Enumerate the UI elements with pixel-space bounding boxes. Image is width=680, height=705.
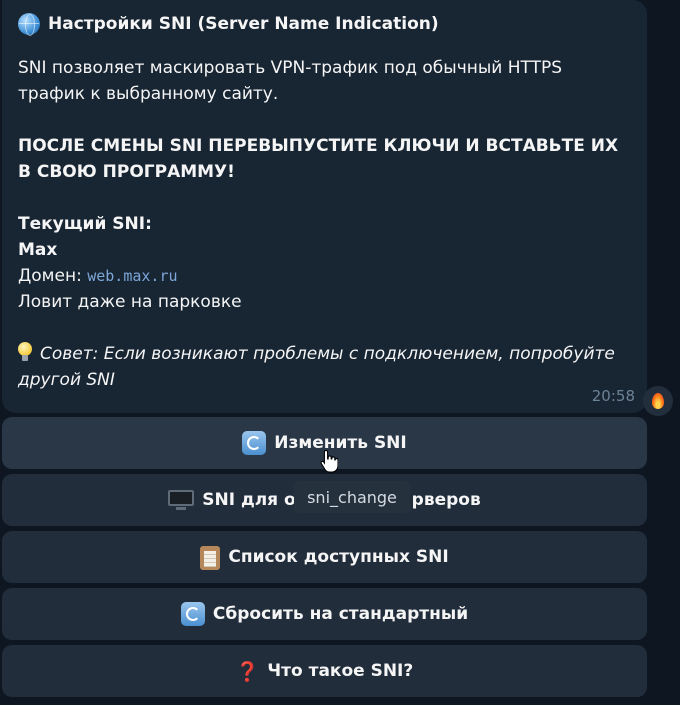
message-description: SNI позволяет маскировать VPN-трафик под… [18, 58, 563, 104]
message-bubble: Настройки SNI (Server Name Indication) S… [2, 0, 647, 413]
sni-note: Ловит даже на парковке [18, 292, 242, 312]
domain-line: Домен: web.max.ru [18, 263, 631, 289]
what-is-sni-button[interactable]: ❓ Что такое SNI? [2, 645, 647, 697]
current-sni-label: Текущий SNI: [18, 214, 152, 234]
light-bulb-icon [18, 342, 32, 362]
monitor-icon [168, 488, 195, 512]
domain-label: Домен: [18, 266, 82, 286]
callback-tooltip: sni_change [294, 481, 410, 513]
reset-sni-button[interactable]: Сбросить на стандартный [2, 588, 647, 640]
current-sni-value: Max [18, 240, 58, 260]
message-warning: ПОСЛЕ СМЕНЫ SNI ПЕРЕВЫПУСТИТЕ КЛЮЧИ И ВС… [18, 136, 619, 182]
globe-icon [18, 13, 40, 36]
question-icon: ❓ [235, 660, 260, 683]
message-title-row: Настройки SNI (Server Name Indication) [18, 12, 631, 36]
hand-cursor-icon [320, 449, 338, 473]
clipboard-icon [200, 544, 221, 570]
current-sni-block: Текущий SNI: Max Домен: web.max.ru Ловит… [18, 211, 631, 315]
servers-sni-label-prefix: SNI для о [202, 490, 296, 510]
change-sni-label: Изменить SNI [274, 433, 407, 453]
tooltip-text: sni_change [307, 487, 397, 507]
reaction-badge[interactable] [643, 386, 673, 416]
refresh-icon [242, 431, 267, 455]
tip-line: Совет: Если возникают проблемы с подключ… [18, 341, 631, 393]
message-title: Настройки SNI (Server Name Indication) [48, 14, 439, 34]
sni-list-label: Список доступных SNI [228, 547, 449, 567]
sni-list-button[interactable]: Список доступных SNI [2, 531, 647, 583]
domain-value[interactable]: web.max.ru [87, 267, 177, 285]
servers-sni-label-suffix: рверов [411, 490, 481, 510]
fire-icon [652, 393, 664, 409]
reset-sni-label: Сбросить на стандартный [212, 604, 469, 624]
refresh-icon [180, 602, 205, 626]
message-time: 20:58 [591, 387, 635, 405]
tip-text: Совет: Если возникают проблемы с подключ… [18, 344, 615, 390]
what-is-sni-label: Что такое SNI? [267, 661, 414, 681]
